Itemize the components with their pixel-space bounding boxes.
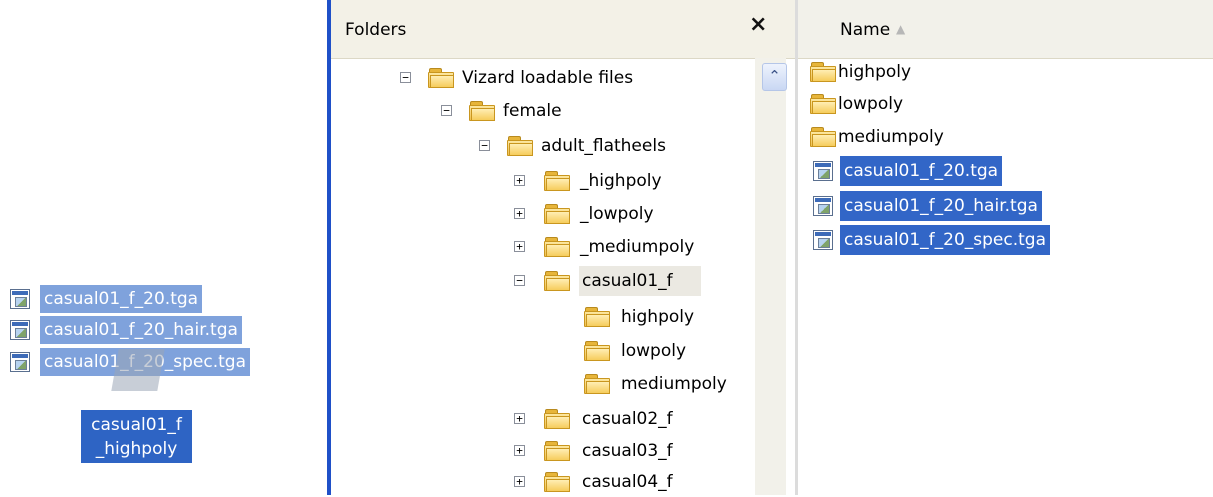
close-icon[interactable]: × bbox=[749, 12, 767, 37]
list-item-label: highpoly bbox=[838, 62, 912, 82]
folder-icon bbox=[544, 409, 570, 429]
tga-file-icon bbox=[10, 352, 30, 372]
folder-icon bbox=[544, 204, 570, 224]
collapse-icon[interactable]: − bbox=[400, 72, 411, 83]
open-folder-icon bbox=[507, 136, 533, 156]
list-header: Name ▲ bbox=[798, 0, 1213, 59]
folders-pane: Folders × − Vizard loadable files − fema… bbox=[331, 0, 795, 495]
expand-icon[interactable]: + bbox=[514, 476, 525, 487]
tree-item-label: mediumpoly bbox=[621, 374, 727, 394]
tree-item-label: casual01_f bbox=[582, 271, 673, 291]
collapse-icon[interactable]: − bbox=[441, 105, 452, 116]
tree-item-label: casual02_f bbox=[582, 409, 673, 429]
folder-icon bbox=[544, 171, 570, 191]
expand-icon[interactable]: + bbox=[514, 413, 525, 424]
tree-item-label: Vizard loadable files bbox=[462, 68, 634, 88]
name-column-header[interactable]: Name bbox=[840, 20, 890, 40]
tree-item-label: _mediumpoly bbox=[580, 237, 695, 257]
collapse-icon[interactable]: − bbox=[479, 140, 490, 151]
folder-icon bbox=[584, 341, 610, 361]
tga-file-icon bbox=[813, 230, 833, 250]
list-item-label: casual01_f_20.tga bbox=[840, 156, 1003, 186]
tree-item-label: adult_flatheels bbox=[541, 136, 666, 156]
vertical-scrollbar[interactable]: ⌃ bbox=[755, 58, 787, 495]
list-item-label: mediumpoly bbox=[838, 127, 944, 147]
sort-ascending-icon: ▲ bbox=[896, 22, 906, 36]
folder-icon bbox=[584, 307, 610, 327]
folder-icon bbox=[810, 94, 836, 114]
tree-item-label: female bbox=[503, 101, 562, 121]
expand-icon[interactable]: + bbox=[514, 445, 525, 456]
drag-file-label: casual01_f_20.tga bbox=[40, 285, 203, 313]
tga-file-icon bbox=[813, 161, 833, 181]
folder-icon bbox=[810, 62, 836, 82]
folder-icon bbox=[584, 374, 610, 394]
folder-icon bbox=[544, 237, 570, 257]
drop-target-label: casual01_f _highpoly bbox=[81, 410, 192, 463]
scroll-up-button[interactable]: ⌃ bbox=[762, 63, 787, 91]
open-folder-icon bbox=[544, 271, 570, 291]
tree-item-label: lowpoly bbox=[621, 341, 687, 361]
tga-file-icon bbox=[813, 196, 833, 216]
tree-item-label: _lowpoly bbox=[580, 204, 654, 224]
open-folder-icon bbox=[469, 101, 495, 121]
tga-file-icon bbox=[10, 289, 30, 309]
tree-item-label: casual03_f bbox=[582, 441, 673, 461]
expand-icon[interactable]: + bbox=[514, 241, 525, 252]
tree-item-label: highpoly bbox=[621, 307, 695, 327]
tga-file-icon bbox=[10, 320, 30, 340]
drop-target-line2: _highpoly bbox=[95, 439, 178, 459]
folder-icon bbox=[810, 127, 836, 147]
tree-item-label: _highpoly bbox=[580, 171, 662, 191]
pane-splitter[interactable] bbox=[795, 0, 798, 495]
folders-header: Folders × bbox=[331, 0, 795, 59]
folder-icon bbox=[544, 441, 570, 461]
tree-item-label: casual04_f bbox=[582, 472, 673, 492]
folder-icon bbox=[544, 472, 570, 492]
collapse-icon[interactable]: − bbox=[514, 275, 525, 286]
list-item-label: casual01_f_20_hair.tga bbox=[840, 191, 1042, 221]
open-folder-icon bbox=[428, 68, 454, 88]
expand-icon[interactable]: + bbox=[514, 175, 525, 186]
drag-file-label: casual01_f_20_hair.tga bbox=[40, 316, 242, 344]
expand-icon[interactable]: + bbox=[514, 208, 525, 219]
drag-cursor-icon bbox=[111, 349, 165, 391]
folders-title: Folders bbox=[345, 20, 407, 40]
list-item-label: casual01_f_20_spec.tga bbox=[840, 225, 1051, 255]
drop-target-line1: casual01_f bbox=[91, 415, 182, 435]
list-item-label: lowpoly bbox=[838, 94, 904, 114]
